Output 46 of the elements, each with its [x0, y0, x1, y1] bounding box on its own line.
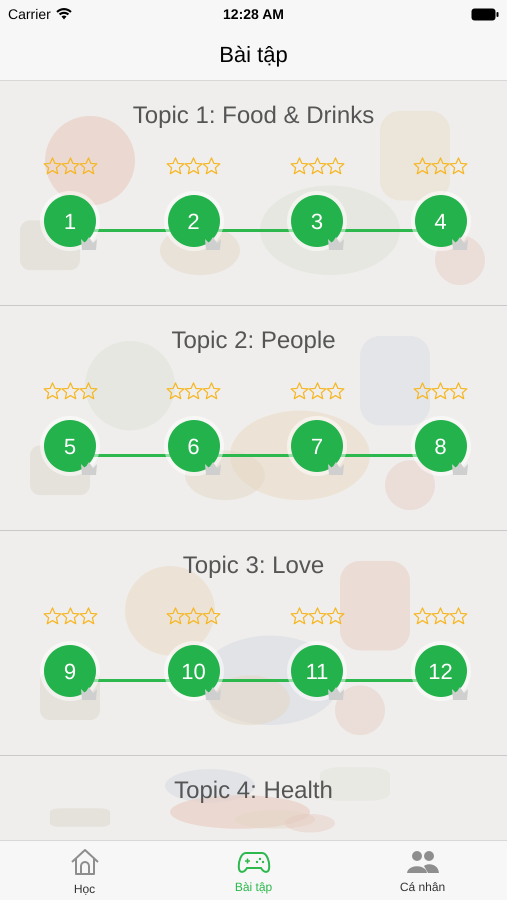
star-icon: [290, 157, 308, 175]
topic-title: Topic 2: People: [171, 326, 336, 356]
house-icon: [68, 848, 100, 876]
gamepad-icon: [236, 850, 270, 874]
star-icon: [166, 382, 185, 400]
topic-title: Topic 4: Health: [174, 776, 333, 806]
star-icon: [431, 382, 450, 400]
tab-item[interactable]: Học: [0, 841, 169, 900]
star-icon: [431, 157, 450, 175]
star-icon: [326, 157, 344, 175]
star-icon: [449, 382, 468, 400]
star-icon: [166, 157, 185, 175]
crown-icon: [450, 461, 468, 476]
crown-icon: [327, 461, 345, 476]
status-time: 12:28 AM: [223, 4, 284, 24]
people-icon: [406, 850, 438, 874]
crown-icon: [327, 236, 345, 251]
tab-item[interactable]: Bài tập: [169, 841, 338, 900]
star-icon: [184, 382, 203, 400]
star-icon: [449, 157, 468, 175]
carrier-text: Carrier: [8, 4, 51, 24]
star-icon: [326, 382, 344, 400]
screen-title: Bài tập: [219, 40, 288, 69]
star-icon: [42, 157, 62, 175]
crown-icon: [80, 236, 98, 251]
topic-title: Topic 1: Food & Drinks: [132, 101, 374, 131]
star-icon: [413, 157, 432, 175]
star-icon: [60, 382, 80, 400]
star-icon: [184, 157, 203, 175]
star-icon: [202, 157, 221, 175]
star-icon: [308, 382, 326, 400]
star-icon: [413, 382, 432, 400]
star-icon: [290, 382, 308, 400]
star-icon: [78, 157, 98, 175]
star-icon: [78, 382, 98, 400]
crown-icon: [450, 236, 468, 251]
tab-item[interactable]: Cá nhân: [338, 841, 507, 900]
star-icon: [60, 157, 80, 175]
star-icon: [308, 157, 326, 175]
battery-icon: [471, 8, 499, 20]
crown-icon: [204, 236, 222, 251]
star-icon: [202, 382, 221, 400]
crown-icon: [204, 461, 222, 476]
crown-icon: [80, 461, 98, 476]
wifi-icon: [56, 8, 72, 20]
star-icon: [42, 382, 62, 400]
